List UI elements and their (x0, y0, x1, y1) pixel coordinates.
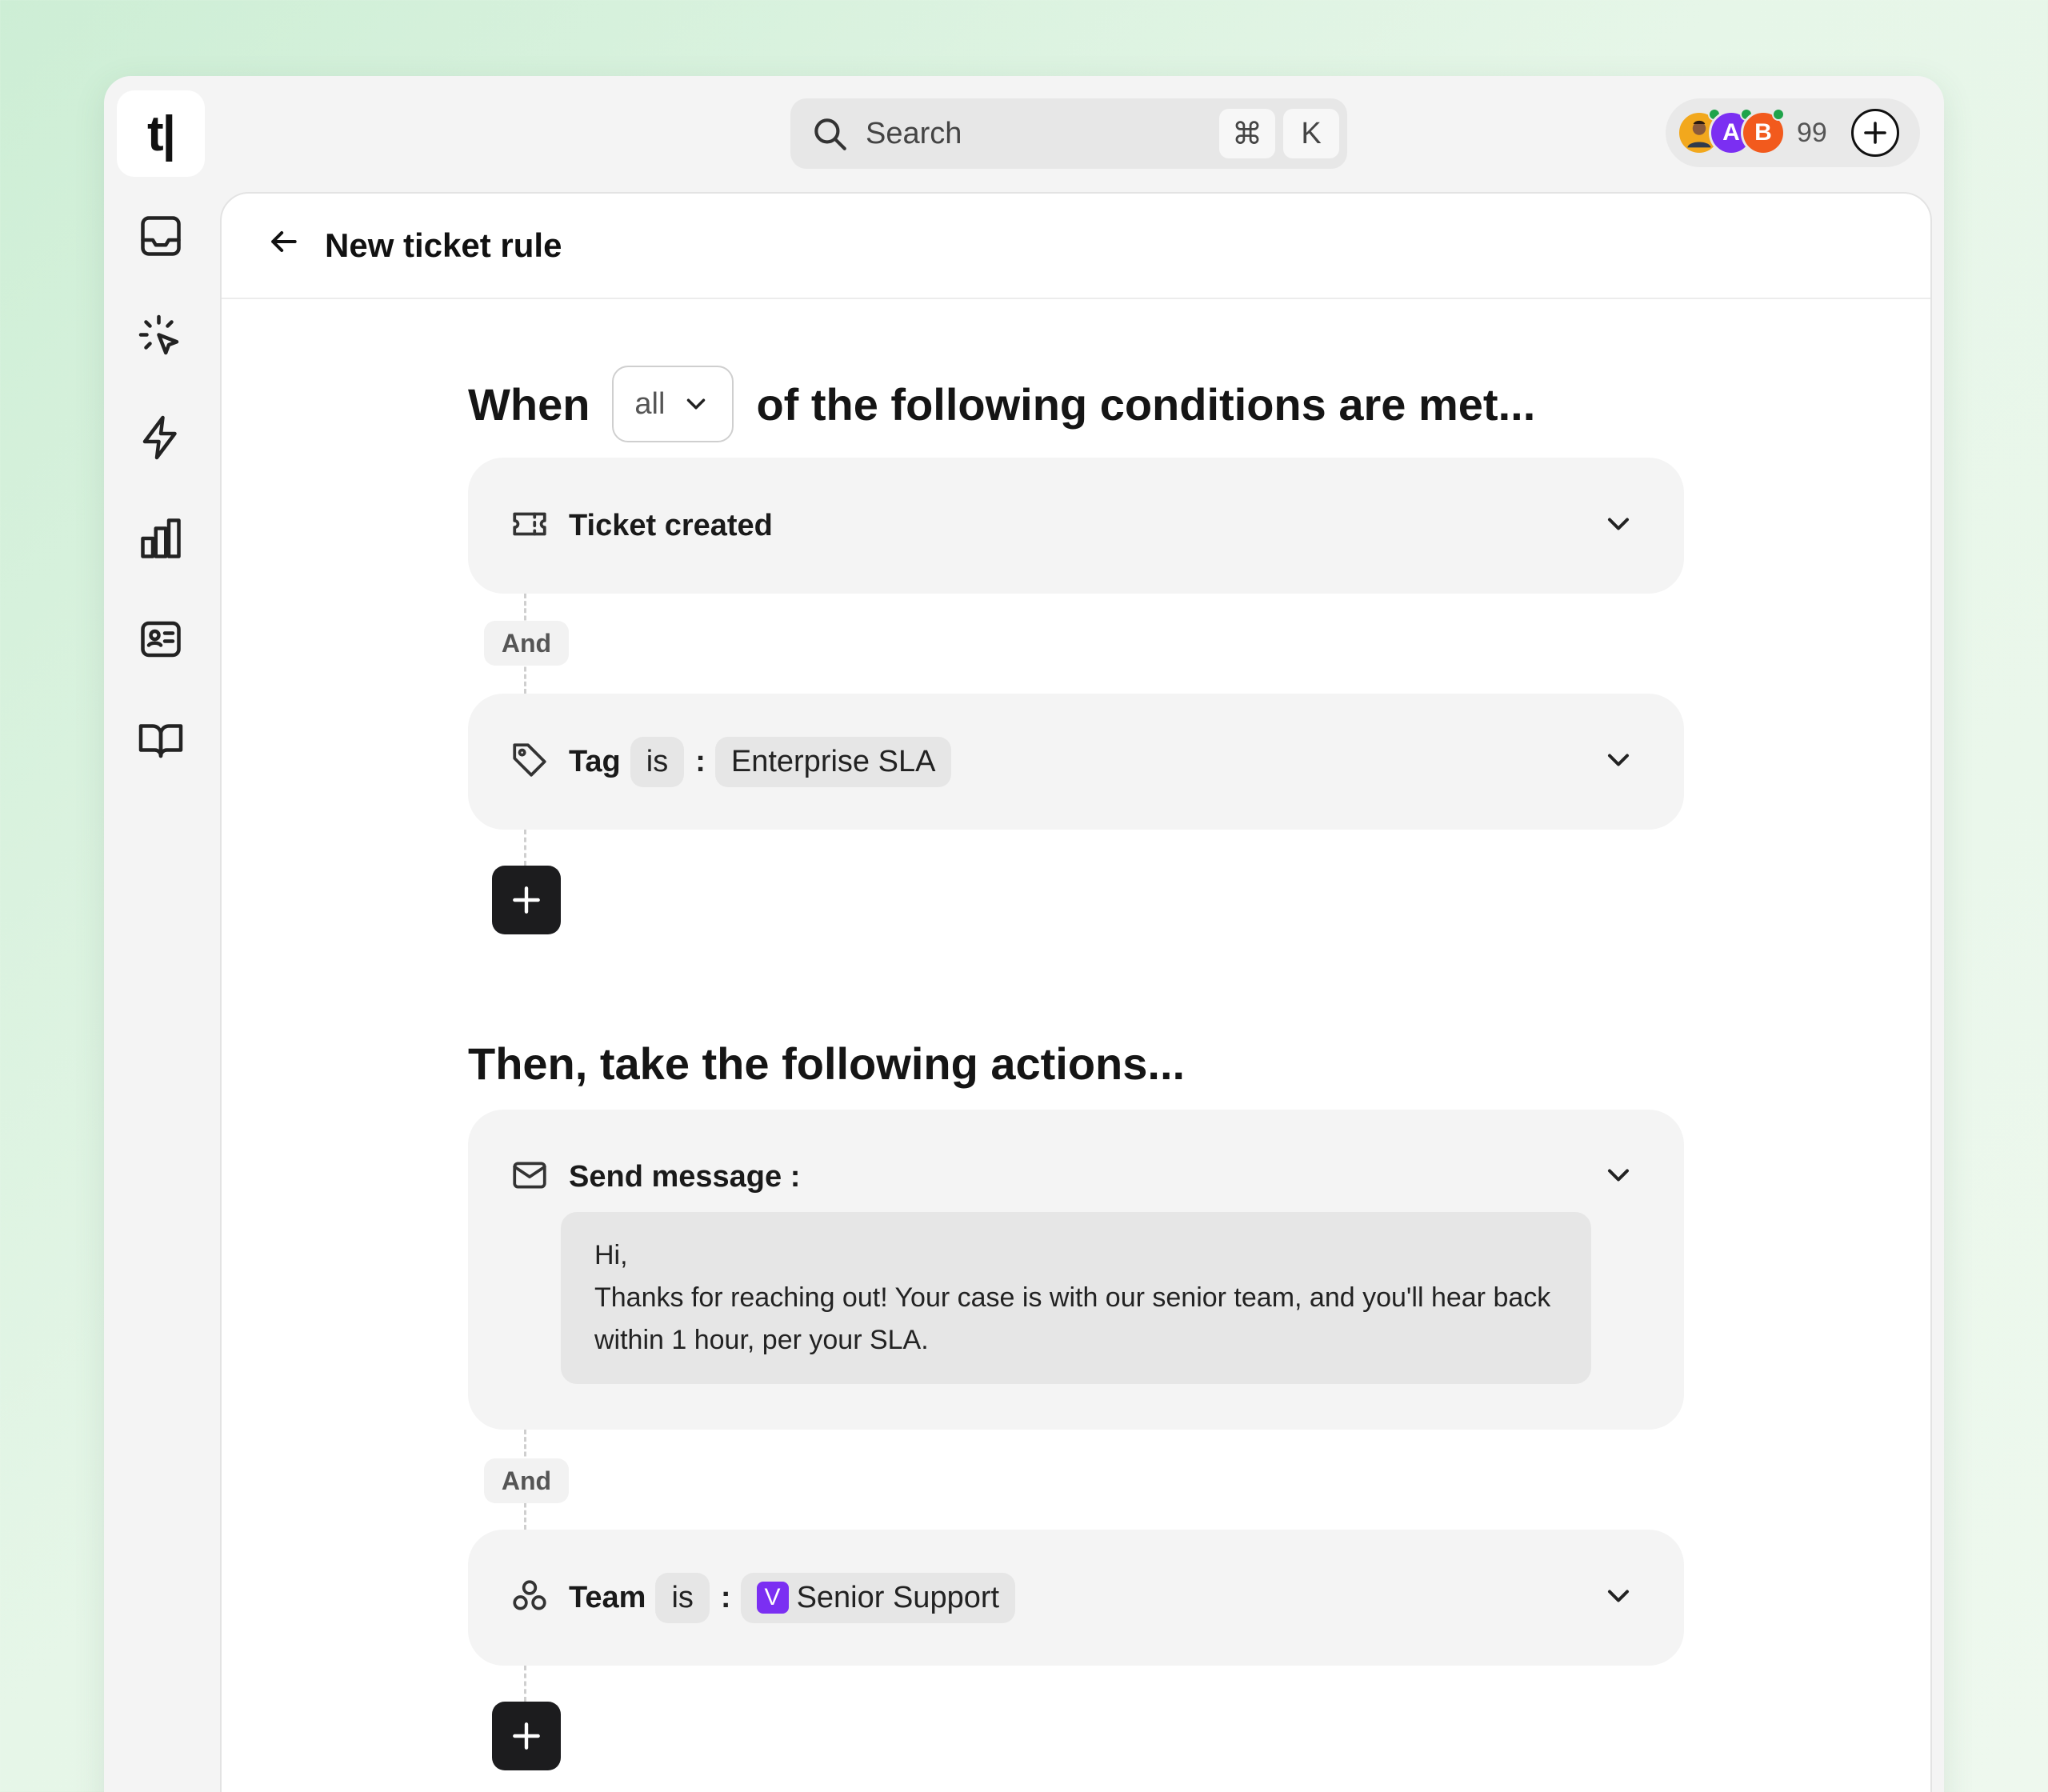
logo-text: t| (147, 106, 176, 162)
chevron-down-icon (687, 398, 706, 410)
conditions-heading-prefix: When (468, 378, 590, 430)
arrow-left-icon (271, 230, 297, 252)
message-line: Hi, (594, 1240, 628, 1270)
action-card[interactable]: Team is : V Senior Support (468, 1530, 1684, 1666)
message-body[interactable]: Hi, Thanks for reaching out! Your case i… (561, 1212, 1591, 1384)
conditions-heading: When all of the following conditions are… (468, 366, 1535, 442)
value-chip[interactable]: V Senior Support (740, 1572, 1016, 1623)
sidebar-item-inbox[interactable] (125, 200, 197, 272)
expand-toggle[interactable] (1601, 1158, 1636, 1197)
avatar-initial: A (1722, 119, 1740, 146)
team-badge: V (756, 1582, 789, 1614)
sidebar-item-automation[interactable] (125, 301, 197, 373)
actions-heading-text: Then, take the following actions... (468, 1038, 1186, 1089)
inbox-icon (141, 216, 181, 256)
lightning-icon (142, 415, 177, 460)
expand-toggle[interactable] (1601, 1578, 1636, 1618)
back-button[interactable] (266, 224, 301, 268)
action-label: Send message : (569, 1159, 801, 1194)
separator: : (695, 744, 706, 778)
operator-chip[interactable]: is (655, 1572, 710, 1623)
sidebar-item-workflows[interactable] (125, 402, 197, 474)
team-value: Senior Support (796, 1580, 1000, 1614)
rule-editor-panel: New ticket rule When all of the followin… (220, 192, 1932, 1792)
page-header: New ticket rule (222, 194, 1930, 299)
online-indicator (1772, 108, 1785, 121)
condition-card[interactable]: Tag is : Enterprise SLA (468, 694, 1684, 830)
sidebar-item-knowledge[interactable] (125, 704, 197, 776)
add-action-button[interactable] (492, 1702, 561, 1770)
sidebar-nav (125, 200, 197, 805)
connector-line (524, 1666, 526, 1702)
app-window: t| Search ⌘ K A B 99 New ticket rule Whe… (104, 76, 1944, 1792)
shortcut-k-key: K (1283, 109, 1339, 158)
app-logo[interactable]: t| (117, 90, 205, 177)
presence-group[interactable]: A B 99 (1666, 98, 1920, 167)
bar-chart-icon (141, 518, 181, 558)
chevron-down-icon (1607, 1589, 1630, 1602)
search-icon (814, 118, 846, 150)
value-chip[interactable]: Enterprise SLA (714, 736, 952, 787)
search-placeholder: Search (866, 116, 962, 150)
add-button[interactable] (1850, 109, 1899, 157)
sparkle-cursor-icon (138, 314, 179, 355)
page-title: New ticket rule (325, 226, 562, 264)
presence-count: 99 (1797, 117, 1827, 148)
operator-chip[interactable]: is (630, 736, 685, 787)
chevron-down-icon (1607, 517, 1630, 530)
actions-heading: Then, take the following actions... (468, 1038, 1185, 1090)
avatar-initial: B (1754, 119, 1772, 146)
shortcut-mod-key: ⌘ (1219, 109, 1275, 158)
expand-toggle[interactable] (1601, 506, 1636, 546)
mail-icon (510, 1155, 550, 1199)
message-line: Thanks for reaching out! Your case is wi… (594, 1282, 1551, 1355)
ticket-icon (510, 504, 550, 548)
action-field: Team (569, 1580, 646, 1614)
match-select-value: all (634, 386, 666, 421)
book-icon (138, 724, 183, 758)
contact-card-icon (141, 621, 181, 658)
expand-toggle[interactable] (1601, 742, 1636, 782)
condition-field: Tag (569, 744, 621, 778)
match-select[interactable]: all (612, 366, 734, 442)
tag-icon (510, 740, 550, 784)
avatar[interactable]: B (1741, 108, 1786, 155)
and-pill: And (484, 621, 569, 666)
chevron-down-icon (1607, 1168, 1630, 1182)
team-icon (510, 1576, 550, 1620)
plus-icon (513, 1722, 540, 1750)
action-card[interactable]: Send message : Hi, Thanks for reaching o… (468, 1110, 1684, 1430)
add-condition-button[interactable] (492, 866, 561, 934)
search-bar[interactable]: Search ⌘ K (790, 98, 1347, 169)
sidebar-item-reports[interactable] (125, 502, 197, 574)
condition-card[interactable]: Ticket created (468, 458, 1684, 594)
plus-icon (513, 886, 540, 914)
and-pill: And (484, 1458, 569, 1503)
plus-icon (1864, 122, 1886, 144)
chevron-down-icon (1607, 753, 1630, 766)
conditions-heading-suffix: of the following conditions are met... (756, 378, 1536, 430)
condition-label: Ticket created (569, 508, 773, 542)
sidebar-item-contacts[interactable] (125, 603, 197, 675)
separator: : (720, 1580, 731, 1614)
connector-line (524, 830, 526, 866)
